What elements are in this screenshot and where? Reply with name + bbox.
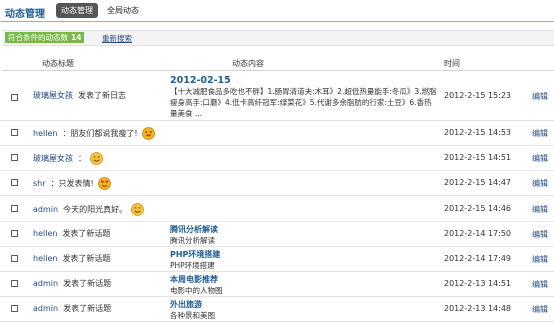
result-count-value: 14	[71, 33, 82, 42]
content-cell: 2012-02-15 【十大减肥食品多吃也不胖】1.肠胃清道夫:木耳》2.超低热量…	[170, 75, 438, 119]
row-time: 2012-2-15 14:51	[444, 153, 511, 162]
row-time: 2012-2-14 17:50	[444, 229, 511, 238]
row-checkbox[interactable]	[11, 305, 18, 312]
row-checkbox[interactable]	[11, 154, 18, 161]
result-count-label: 符合条件的动态数	[8, 33, 68, 42]
smile-emoji-icon	[131, 203, 144, 216]
content-title[interactable]: 外出旅游	[170, 299, 215, 310]
action-text: 发表了新话题	[62, 229, 111, 238]
row-title: hellen 发表了新话题	[33, 253, 110, 264]
action-text: ：	[78, 154, 86, 163]
user-link[interactable]: 玻璃屋女孩	[33, 153, 73, 164]
content-text: 腾讯分析解读	[170, 236, 215, 245]
header-divider	[0, 21, 554, 22]
content-title[interactable]: 2012-02-15	[170, 75, 438, 86]
page-header: 动态管理 动态管理 全局动态	[0, 0, 554, 22]
content-cell: PHP环境搭建 PHP环境搭建	[170, 249, 220, 271]
content-cell: 本周电影推荐 电影中的人物图	[170, 274, 223, 296]
user-link[interactable]: hellen	[33, 254, 57, 263]
edit-link[interactable]: 编辑	[532, 279, 548, 290]
user-link[interactable]: shr	[33, 179, 46, 188]
row-title: admin 今天的阳光真好。	[33, 203, 144, 216]
table-row: 玻璃屋女孩 发表了新日志 2012-02-15 【十大减肥食品多吃也不胖】1.肠胃清道…	[0, 72, 554, 121]
table-row: admin 发表了新话题 外出旅游 各种景和美图 2012-2-13 14:48 编辑	[0, 297, 554, 322]
column-header-title[interactable]: 动态标题	[42, 58, 74, 69]
table-row: admin 今天的阳光真好。 2012-2-15 14:46 编辑	[0, 196, 554, 222]
header-rule	[2, 70, 554, 71]
row-checkbox[interactable]	[11, 129, 18, 136]
action-text: 今天的阳光真好。	[63, 205, 128, 214]
action-text: 发表了新话题	[63, 304, 112, 313]
content-title[interactable]: 本周电影推荐	[170, 274, 223, 285]
row-time: 2012-2-15 14:46	[444, 204, 511, 213]
table-row: 玻璃屋女孩 ： 2012-2-15 14:51 编辑	[0, 146, 554, 171]
edit-link[interactable]: 编辑	[532, 91, 548, 102]
row-title: hellen ：朋友们都说我瘦了!	[33, 127, 155, 140]
content-cell: 腾讯分析解读 腾讯分析解读	[170, 224, 218, 246]
edit-link[interactable]: 编辑	[532, 153, 548, 164]
reset-search-link[interactable]: 重新搜索	[102, 33, 132, 44]
column-header-time[interactable]: 时间	[444, 58, 460, 69]
row-time: 2012-2-15 15:23	[444, 91, 511, 100]
content-title[interactable]: 腾讯分析解读	[170, 224, 218, 235]
column-header-content[interactable]: 动态内容	[232, 58, 264, 69]
row-title: 玻璃屋女孩 发表了新日志	[33, 90, 126, 101]
content-title[interactable]: PHP环境搭建	[170, 249, 220, 260]
content-text: 电影中的人物图	[170, 286, 223, 295]
tab-dynamic-management[interactable]: 动态管理	[56, 3, 98, 18]
action-text: 发表了新话题	[62, 254, 111, 263]
filter-bar: 符合条件的动态数 14 重新搜索	[2, 30, 554, 46]
row-checkbox[interactable]	[11, 179, 18, 186]
happy-emoji-icon	[141, 127, 155, 140]
page-title: 动态管理	[5, 9, 45, 20]
content-text: 【十大减肥食品多吃也不胖】1.肠胃清道夫:木耳》2.超低热量能手:冬瓜》3.燃脂…	[170, 87, 437, 118]
table-row: hellen ：朋友们都说我瘦了! 2012-2-15 14:53 编辑	[0, 121, 554, 146]
row-time: 2012-2-15 14:53	[444, 128, 511, 137]
content-cell: 外出旅游 各种景和美图	[170, 299, 215, 321]
user-link[interactable]: hellen	[33, 129, 57, 138]
row-time: 2012-2-13 14:51	[444, 279, 511, 288]
table-row: hellen 发表了新话题 PHP环境搭建 PHP环境搭建 2012-2-14 17:4…	[0, 247, 554, 272]
content-text: PHP环境搭建	[170, 261, 215, 270]
edit-link[interactable]: 编辑	[532, 229, 548, 240]
row-checkbox[interactable]	[11, 255, 18, 262]
result-count-badge: 符合条件的动态数 14	[5, 32, 85, 43]
smile-emoji-icon	[90, 152, 103, 165]
row-checkbox[interactable]	[11, 205, 18, 212]
edit-link[interactable]: 编辑	[532, 178, 548, 189]
row-time: 2012-2-15 14:47	[444, 178, 511, 187]
row-title: admin 发表了新话题	[33, 303, 111, 314]
row-title: 玻璃屋女孩 ：	[33, 152, 103, 165]
edit-link[interactable]: 编辑	[532, 304, 548, 315]
row-title: admin 发表了新话题	[33, 278, 111, 289]
user-link[interactable]: admin	[33, 279, 58, 288]
row-checkbox[interactable]	[11, 230, 18, 237]
row-title: shr ：只发表情!	[33, 177, 111, 190]
action-text: ：朋友们都说我瘦了!	[62, 129, 138, 138]
edit-link[interactable]: 编辑	[532, 254, 548, 265]
row-title: hellen 发表了新话题	[33, 228, 110, 239]
edit-link[interactable]: 编辑	[532, 204, 548, 215]
row-time: 2012-2-13 14:48	[444, 304, 511, 313]
love-emoji-icon	[97, 177, 111, 190]
user-link[interactable]: admin	[33, 205, 58, 214]
tab-global-dynamics[interactable]: 全局动态	[107, 5, 139, 16]
action-text: 发表了新话题	[63, 279, 112, 288]
table-row: shr ：只发表情! 2012-2-15 14:47 编辑	[0, 171, 554, 196]
table-row: admin 发表了新话题 本周电影推荐 电影中的人物图 2012-2-13 14:51 编…	[0, 272, 554, 297]
edit-link[interactable]: 编辑	[532, 128, 548, 139]
user-link[interactable]: 玻璃屋女孩	[33, 90, 73, 101]
row-checkbox[interactable]	[11, 94, 18, 101]
row-checkbox[interactable]	[11, 280, 18, 287]
table-row: hellen 发表了新话题 腾讯分析解读 腾讯分析解读 2012-2-14 17:50 编…	[0, 222, 554, 247]
content-text: 各种景和美图	[170, 311, 215, 320]
user-link[interactable]: hellen	[33, 229, 57, 238]
user-link[interactable]: admin	[33, 304, 58, 313]
row-time: 2012-2-14 17:49	[444, 254, 511, 263]
action-text: 发表了新日志	[78, 91, 126, 100]
action-text: ：只发表情!	[50, 179, 94, 188]
